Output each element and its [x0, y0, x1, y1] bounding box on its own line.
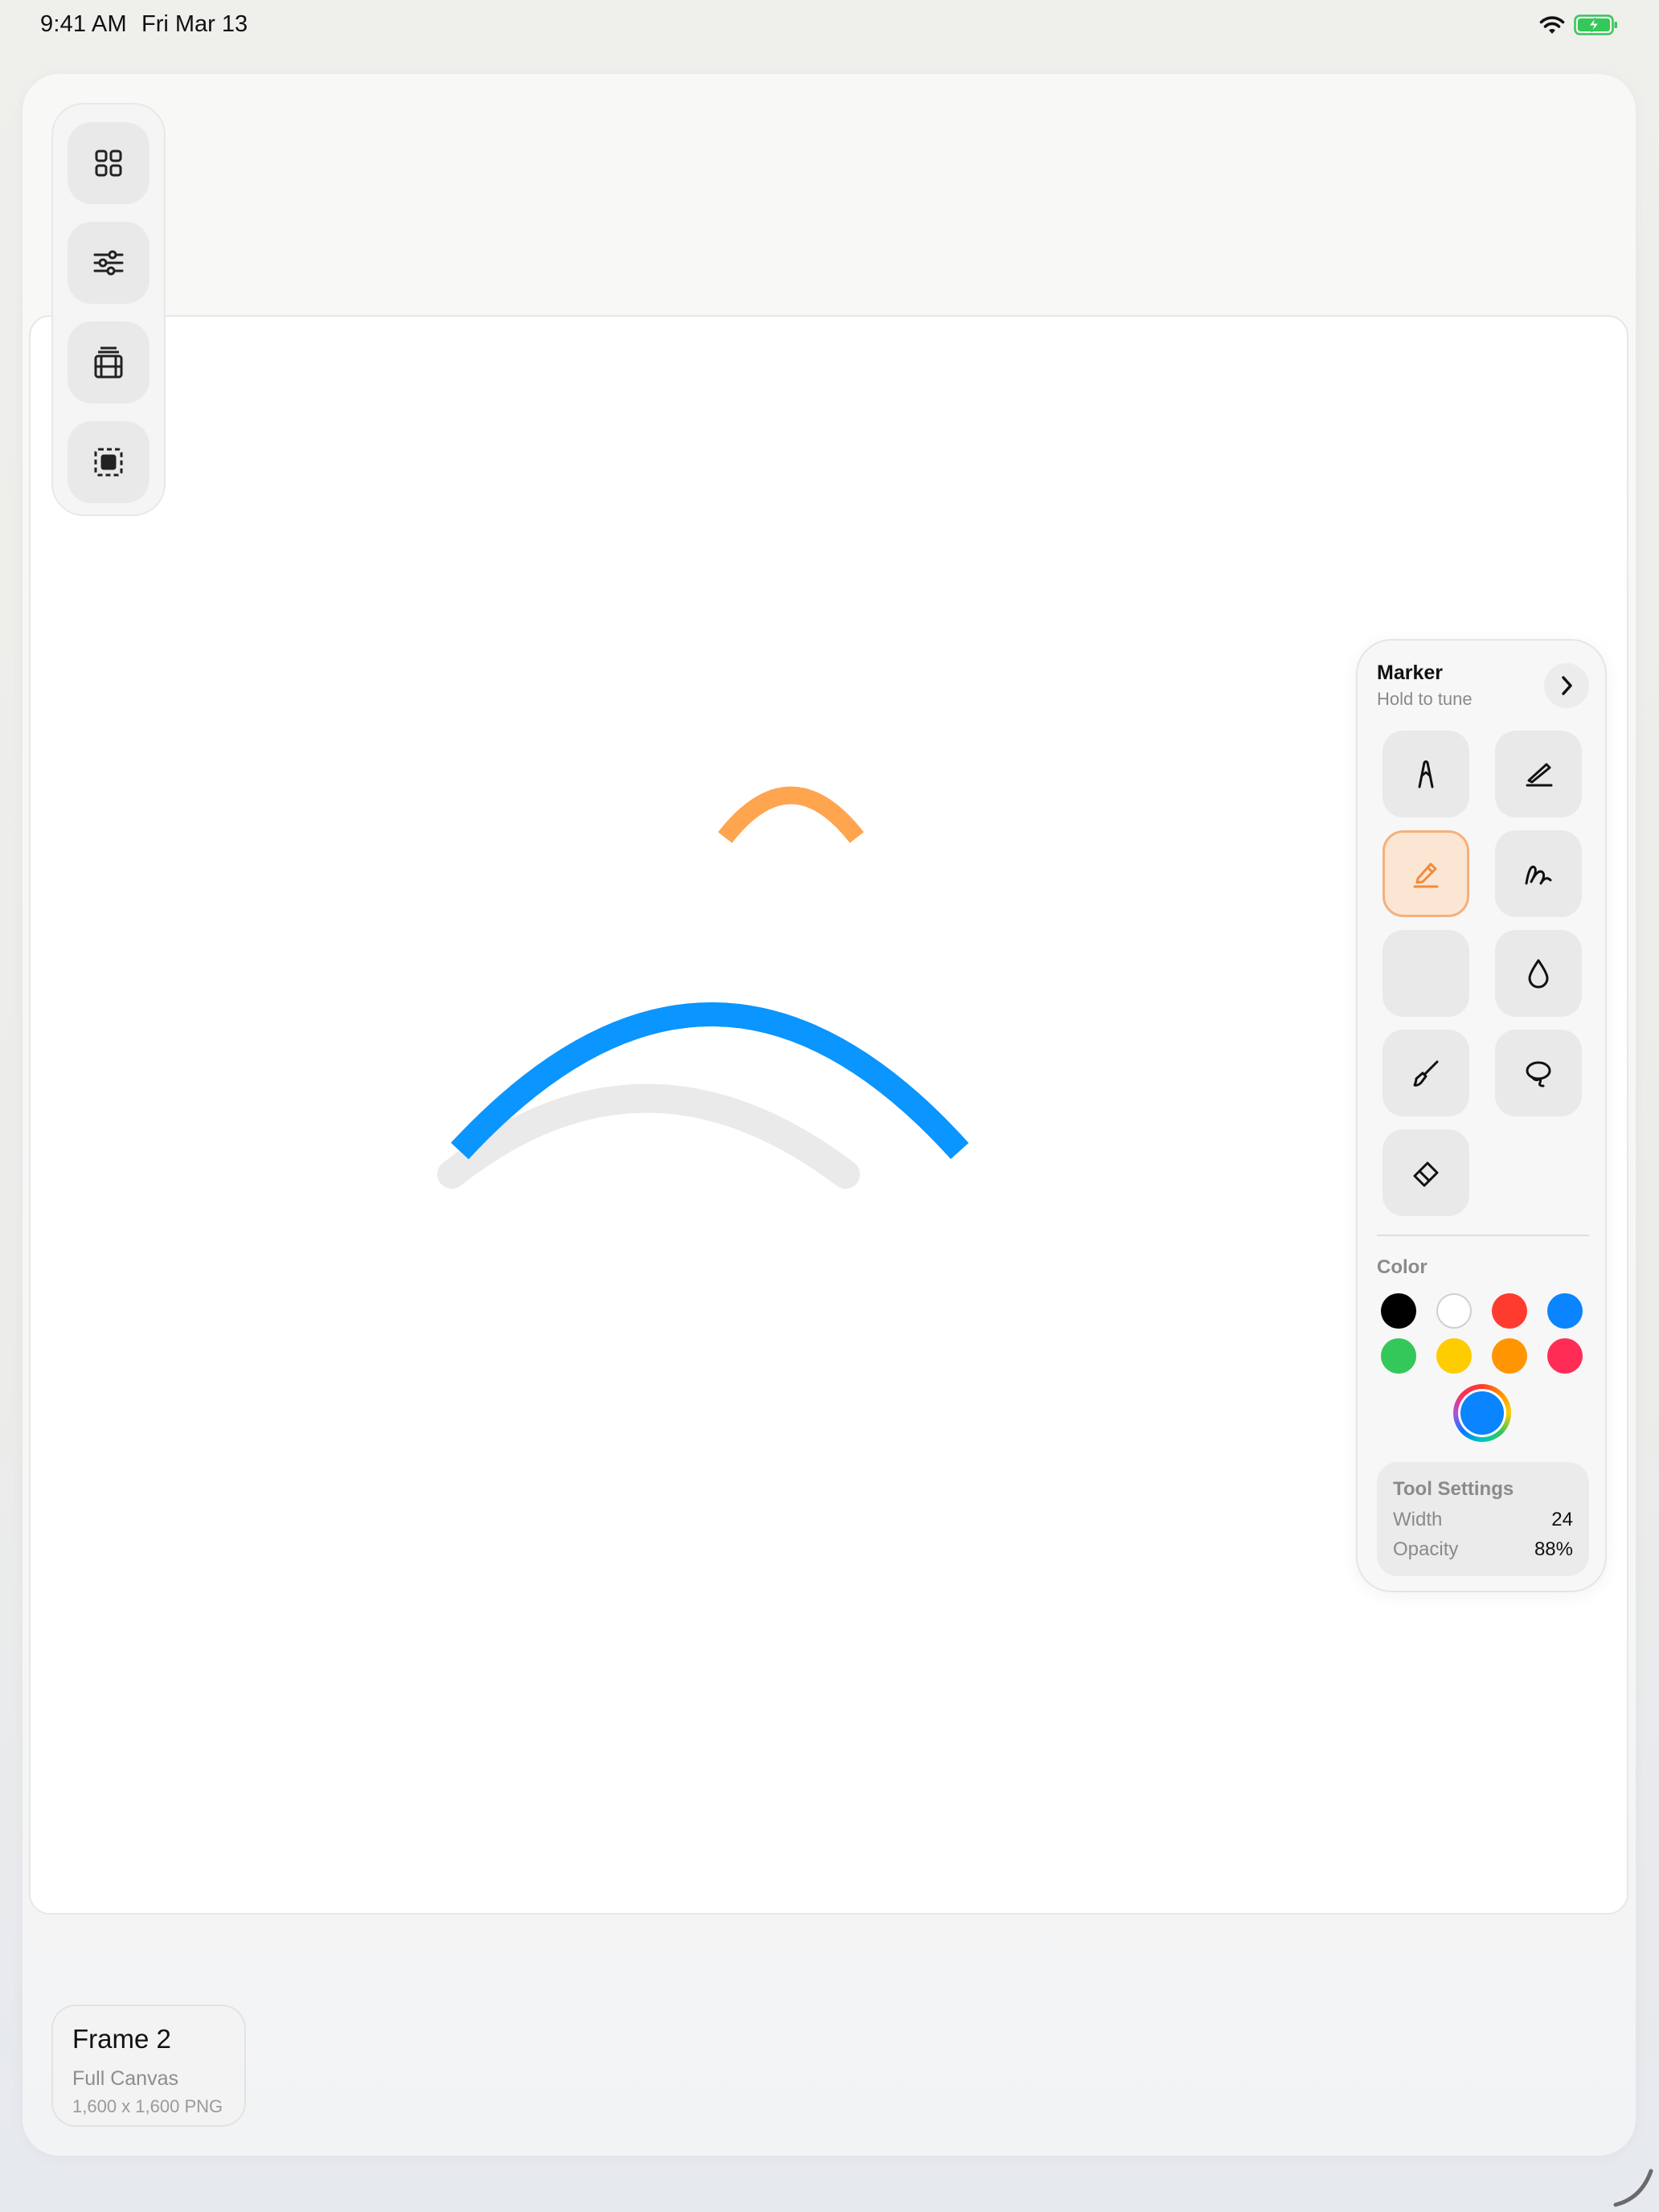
- expand-panel-button[interactable]: [1544, 663, 1589, 708]
- status-time: 9:41 AM: [40, 11, 127, 37]
- orange-stroke: [718, 786, 864, 843]
- gallery-button[interactable]: [68, 122, 150, 204]
- lasso-tool-button[interactable]: [1495, 1030, 1582, 1116]
- color-swatch-green[interactable]: [1381, 1338, 1416, 1374]
- marker-tool-button[interactable]: [1382, 830, 1469, 917]
- tool-panel: Marker Hold to tune Color Tool Settings …: [1356, 639, 1607, 1592]
- empty-tool-slot[interactable]: [1382, 930, 1469, 1017]
- frame-subtitle: Full Canvas: [72, 2067, 178, 2090]
- tool-settings-box: Tool Settings Width 24 Opacity 88%: [1377, 1462, 1589, 1576]
- color-swatch-orange[interactable]: [1492, 1338, 1527, 1374]
- grid-icon: [95, 150, 122, 177]
- brush-tool-button[interactable]: [1382, 1030, 1469, 1116]
- color-swatch-blue[interactable]: [1547, 1293, 1583, 1329]
- pencil-tool-button[interactable]: [1495, 731, 1582, 817]
- color-picker-button[interactable]: [1453, 1384, 1511, 1442]
- pencil-slant-icon: [1526, 763, 1553, 787]
- opacity-label: Opacity: [1393, 1538, 1459, 1560]
- eraser-tool-button[interactable]: [1382, 1129, 1469, 1216]
- color-swatch-red[interactable]: [1492, 1293, 1527, 1329]
- brush-icon: [1413, 1060, 1439, 1087]
- status-date: Fri Mar 13: [141, 11, 248, 37]
- marker-icon: [1413, 862, 1439, 888]
- chevron-right-icon: [1562, 676, 1572, 695]
- film-stack-icon: [94, 346, 123, 379]
- current-color-indicator: [1460, 1391, 1504, 1435]
- droplet-icon: [1528, 959, 1549, 989]
- pen-tool-button[interactable]: [1382, 731, 1469, 817]
- opacity-value[interactable]: 88%: [1534, 1538, 1573, 1561]
- status-icons: [1538, 14, 1619, 35]
- battery-charging-icon: [1574, 14, 1617, 35]
- panel-divider: [1377, 1235, 1589, 1236]
- frame-info-card[interactable]: Frame 2 Full Canvas 1,600 x 1,600 PNG: [51, 2005, 246, 2127]
- frames-button[interactable]: [68, 322, 150, 403]
- adjustments-button[interactable]: [68, 222, 150, 304]
- color-picker-ring: [1458, 1389, 1506, 1437]
- scribble-tool-button[interactable]: [1495, 830, 1582, 917]
- wifi-icon: [1539, 16, 1565, 34]
- eraser-icon: [1413, 1161, 1439, 1187]
- frame-title: Frame 2: [72, 2024, 171, 2054]
- tool-settings-title: Tool Settings: [1393, 1478, 1514, 1500]
- width-label: Width: [1393, 1509, 1443, 1530]
- tool-panel-title: Marker: [1377, 662, 1443, 684]
- color-label: Color: [1377, 1256, 1428, 1278]
- scribble-icon: [1525, 865, 1552, 885]
- color-swatch-black[interactable]: [1381, 1293, 1416, 1329]
- color-swatch-white[interactable]: [1436, 1293, 1472, 1329]
- selection-icon: [94, 448, 123, 477]
- color-swatch-yellow[interactable]: [1436, 1338, 1472, 1374]
- lasso-icon: [1526, 1061, 1551, 1088]
- width-value[interactable]: 24: [1551, 1509, 1573, 1531]
- frame-dimensions: 1,600 x 1,600 PNG: [72, 2096, 223, 2116]
- pen-nib-icon: [1418, 760, 1434, 789]
- selection-button[interactable]: [68, 421, 150, 503]
- left-toolbar: [51, 103, 166, 516]
- smudge-tool-button[interactable]: [1495, 930, 1582, 1017]
- sliders-icon: [93, 250, 124, 276]
- color-swatch-pink[interactable]: [1547, 1338, 1583, 1374]
- tool-panel-subtitle: Hold to tune: [1377, 689, 1473, 709]
- resize-grip-icon[interactable]: [1612, 2166, 1654, 2208]
